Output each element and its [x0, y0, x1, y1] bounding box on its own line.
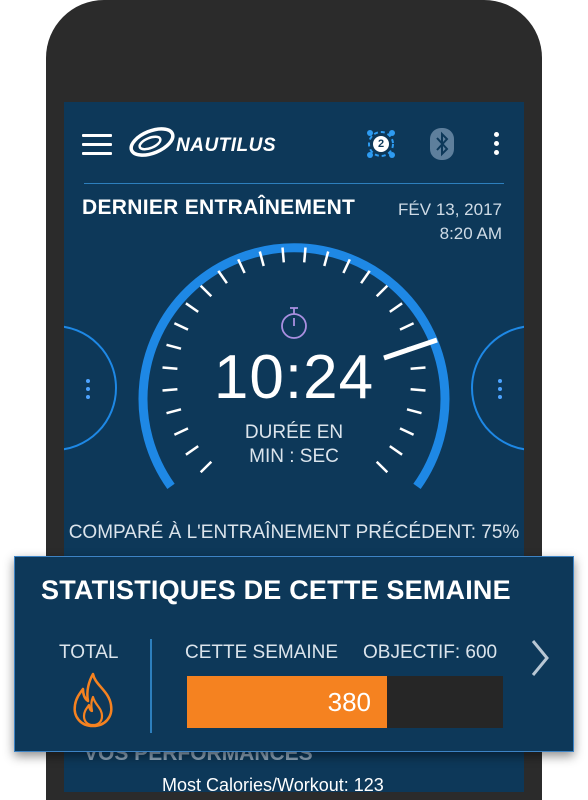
weekly-progress-bar: 380	[187, 676, 503, 728]
gauge-tick	[173, 322, 189, 331]
stats-divider	[150, 639, 152, 733]
gauge-tick	[217, 270, 228, 284]
duration-unit-line1: DURÉE EN	[244, 422, 344, 443]
gauge-tick	[375, 284, 389, 298]
progress-fill: 380	[187, 676, 388, 728]
duration-unit-line2: MIN : SEC	[249, 446, 339, 467]
total-label: TOTAL	[59, 642, 119, 663]
weekly-stats-card: STATISTIQUES DE CETTE SEMAINE TOTAL CETT…	[14, 556, 574, 752]
this-week-label: CETTE SEMAINE	[185, 642, 339, 663]
gauge-tick	[281, 247, 286, 263]
comparison-text: COMPARÉ À L'ENTRAÎNEMENT PRÉCÉDENT: 75%	[68, 522, 520, 543]
gauge-tick	[185, 302, 199, 313]
flame-icon	[73, 672, 113, 728]
goal-label: OBJECTIF: 600	[363, 642, 498, 663]
chevron-right-icon[interactable]	[525, 633, 555, 683]
gauge-tick	[389, 302, 403, 313]
duration-value: 10:24	[213, 343, 375, 412]
weekly-stats-title: STATISTIQUES DE CETTE SEMAINE	[41, 575, 511, 605]
progress-value: 380	[327, 687, 372, 717]
gauge-tick	[302, 247, 307, 263]
gauge-tick	[360, 270, 371, 284]
stopwatch-icon	[281, 307, 307, 339]
gauge-tick	[399, 322, 415, 331]
gauge-tick	[199, 284, 213, 298]
